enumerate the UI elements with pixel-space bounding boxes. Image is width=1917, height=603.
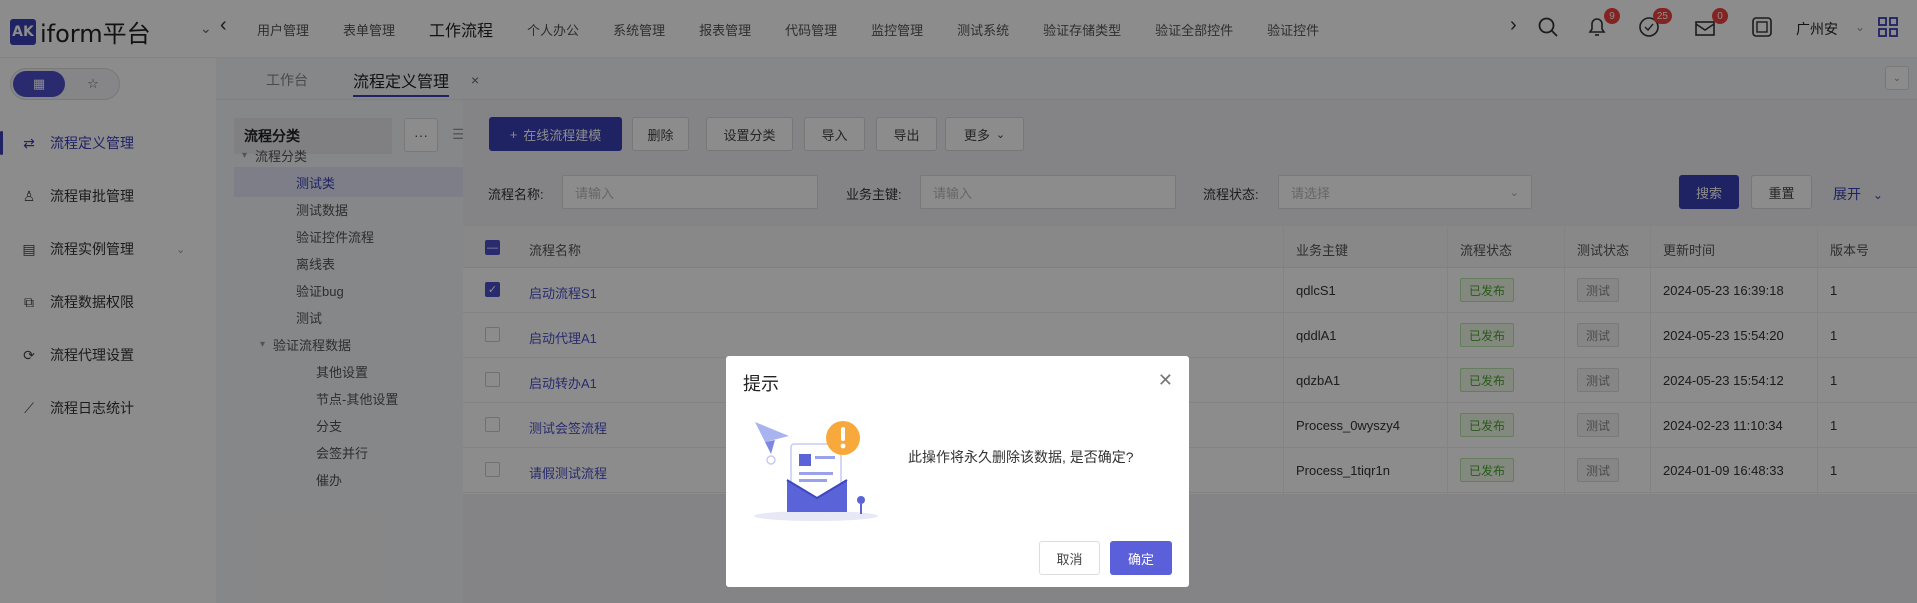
dialog-message: 此操作将永久删除该数据, 是否确定?	[908, 449, 1134, 465]
dialog-title: 提示	[743, 374, 779, 394]
cancel-button[interactable]: 取消	[1039, 541, 1100, 575]
close-icon[interactable]: ✕	[1158, 370, 1173, 391]
confirm-button[interactable]: 确定	[1110, 541, 1172, 575]
warning-illustration-icon	[751, 414, 891, 524]
confirm-dialog: 提示 ✕ 此操作将永久删除该数据, 是否确定? 取消 确定	[726, 356, 1189, 587]
